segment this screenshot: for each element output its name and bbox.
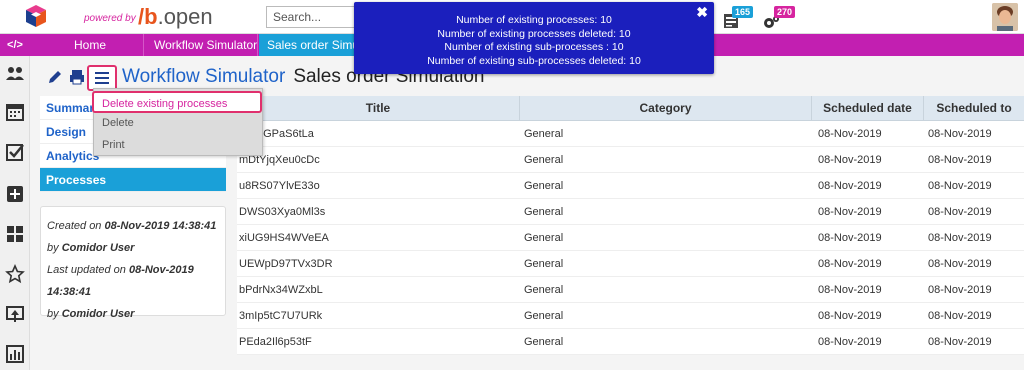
cell-scheduled-to: 08-Nov-2019 (928, 310, 992, 322)
table-body: 3GPaS6tLa General 08-Nov-2019 08-Nov-2019 mD… (237, 121, 1024, 355)
checklist-icon[interactable] (5, 142, 25, 162)
cell-category: General (524, 206, 564, 218)
cell-category: General (524, 336, 564, 348)
column-title[interactable]: Title (237, 96, 520, 121)
created-line: Created on 08-Nov-2019 14:38:41 (47, 220, 217, 232)
reports-icon[interactable] (5, 344, 25, 364)
table-row[interactable]: u8RS07YlvE33o General 08-Nov-2019 08-Nov-20… (237, 173, 1024, 199)
search-input[interactable] (266, 6, 366, 28)
left-icon-sidebar (0, 56, 30, 370)
cell-title[interactable]: 3mIp5tC7U7URk (239, 303, 522, 329)
cell-scheduled-to: 08-Nov-2019 (928, 258, 992, 270)
cell-category: General (524, 128, 564, 140)
cell-scheduled-to: 08-Nov-2019 (928, 206, 992, 218)
column-scheduled-to[interactable]: Scheduled to (924, 96, 1024, 121)
cell-scheduled-date: 08-Nov-2019 (818, 232, 882, 244)
cell-scheduled-to: 08-Nov-2019 (928, 336, 992, 348)
cell-category: General (524, 154, 564, 166)
cell-scheduled-date: 08-Nov-2019 (818, 180, 882, 192)
code-icon[interactable]: </> (0, 34, 30, 56)
processes-table: Title Category Scheduled date Scheduled … (237, 96, 1024, 355)
notifications-button[interactable]: 270 (760, 6, 796, 32)
cell-scheduled-to: 08-Nov-2019 (928, 154, 992, 166)
bopen-logo: /b.open (138, 4, 213, 29)
powered-by-text: powered by (84, 13, 136, 24)
menu-item-delete[interactable]: Delete (94, 112, 264, 134)
cell-scheduled-date: 08-Nov-2019 (818, 310, 882, 322)
table-row[interactable]: bPdrNx34WZxbL General 08-Nov-2019 08-Nov-20… (237, 277, 1024, 303)
column-scheduled-date[interactable]: Scheduled date (812, 96, 924, 121)
cell-scheduled-date: 08-Nov-2019 (818, 128, 882, 140)
cell-scheduled-date: 08-Nov-2019 (818, 154, 882, 166)
record-info-box: Created on 08-Nov-2019 14:38:41 by Comid… (40, 206, 226, 320)
cell-scheduled-to: 08-Nov-2019 (928, 128, 992, 140)
cell-scheduled-date: 08-Nov-2019 (818, 284, 882, 296)
cell-scheduled-date: 08-Nov-2019 (818, 206, 882, 218)
add-icon[interactable] (5, 184, 25, 204)
table-row[interactable]: 3mIp5tC7U7URk General 08-Nov-2019 08-Nov-20… (237, 303, 1024, 329)
cell-scheduled-to: 08-Nov-2019 (928, 232, 992, 244)
cell-scheduled-date: 08-Nov-2019 (818, 258, 882, 270)
app-title-link[interactable]: Workflow Simulator (122, 66, 285, 87)
nav-sales-order-simulation[interactable]: Sales order Simulation (259, 34, 359, 56)
table-row[interactable]: mDtYjqXeu0cDc General 08-Nov-2019 08-Nov-20… (237, 147, 1024, 173)
hamburger-menu-icon (95, 72, 109, 84)
tasks-count-badge: 165 (732, 6, 754, 18)
notification-line: Number of existing sub-processes deleted… (427, 54, 641, 67)
cell-category: General (524, 258, 564, 270)
table-row[interactable]: DWS03Xya0Ml3s General 08-Nov-2019 08-Nov-20… (237, 199, 1024, 225)
star-icon[interactable] (5, 264, 25, 284)
user-face-icon (992, 3, 1018, 31)
cell-title[interactable]: xiUG9HS4WVeEA (239, 225, 522, 251)
print-icon[interactable] (68, 68, 86, 86)
notification-line: Number of existing processes deleted: 10 (437, 27, 631, 40)
cell-title[interactable]: PEda2Il6p53tF (239, 329, 522, 355)
updated-line: Last updated on 08-Nov-2019 14:38:41 (47, 264, 194, 298)
tab-processes[interactable]: Processes (40, 168, 226, 192)
cell-title[interactable]: u8RS07YlvE33o (239, 173, 522, 199)
user-avatar[interactable] (992, 3, 1018, 31)
cell-category: General (524, 284, 564, 296)
edit-pencil-icon[interactable] (46, 68, 64, 86)
cell-scheduled-date: 08-Nov-2019 (818, 336, 882, 348)
tasks-button[interactable]: 165 (718, 6, 754, 32)
created-by-line: by Comidor User (47, 242, 135, 254)
table-header: Title Category Scheduled date Scheduled … (237, 96, 1024, 121)
notification-popup: ✖ Number of existing processes: 10 Numbe… (354, 2, 714, 74)
cell-title[interactable]: bPdrNx34WZxbL (239, 277, 522, 303)
nav-home[interactable]: Home (66, 34, 144, 56)
cell-title[interactable]: mDtYjqXeu0cDc (239, 147, 522, 173)
table-row[interactable]: UEWpD97TVx3DR General 08-Nov-2019 08-Nov-20… (237, 251, 1024, 277)
nav-workflow-simulator[interactable]: Workflow Simulator (146, 34, 258, 56)
users-icon[interactable] (5, 64, 25, 84)
cell-title[interactable]: DWS03Xya0Ml3s (239, 199, 522, 225)
upload-icon[interactable] (5, 304, 25, 324)
table-row[interactable]: xiUG9HS4WVeEA General 08-Nov-2019 08-Nov-20… (237, 225, 1024, 251)
cell-category: General (524, 310, 564, 322)
menu-item-print[interactable]: Print (94, 134, 264, 156)
cell-title[interactable]: 3GPaS6tLa (257, 121, 540, 147)
cell-scheduled-to: 08-Nov-2019 (928, 284, 992, 296)
notification-message: Number of existing processes: 10 Number … (354, 14, 714, 68)
table-row[interactable]: PEda2Il6p53tF General 08-Nov-2019 08-Nov-20… (237, 329, 1024, 355)
dashboard-icon[interactable] (5, 224, 25, 244)
updated-by-line: by Comidor User (47, 308, 135, 320)
notifications-count-badge: 270 (774, 6, 796, 18)
cell-scheduled-to: 08-Nov-2019 (928, 180, 992, 192)
comidor-logo-icon[interactable] (24, 4, 48, 28)
actions-dropdown-menu: Delete existing processes Delete Print (92, 88, 264, 156)
menu-item-delete-existing-processes[interactable]: Delete existing processes (92, 91, 262, 113)
notification-line: Number of existing processes: 10 (456, 14, 612, 26)
cell-category: General (524, 232, 564, 244)
cell-category: General (524, 180, 564, 192)
column-category[interactable]: Category (520, 96, 812, 121)
notification-line: Number of existing sub-processes : 10 (444, 41, 624, 53)
cell-title[interactable]: UEWpD97TVx3DR (239, 251, 522, 277)
table-row[interactable]: 3GPaS6tLa General 08-Nov-2019 08-Nov-2019 (237, 121, 1024, 147)
calendar-icon[interactable] (5, 102, 25, 122)
